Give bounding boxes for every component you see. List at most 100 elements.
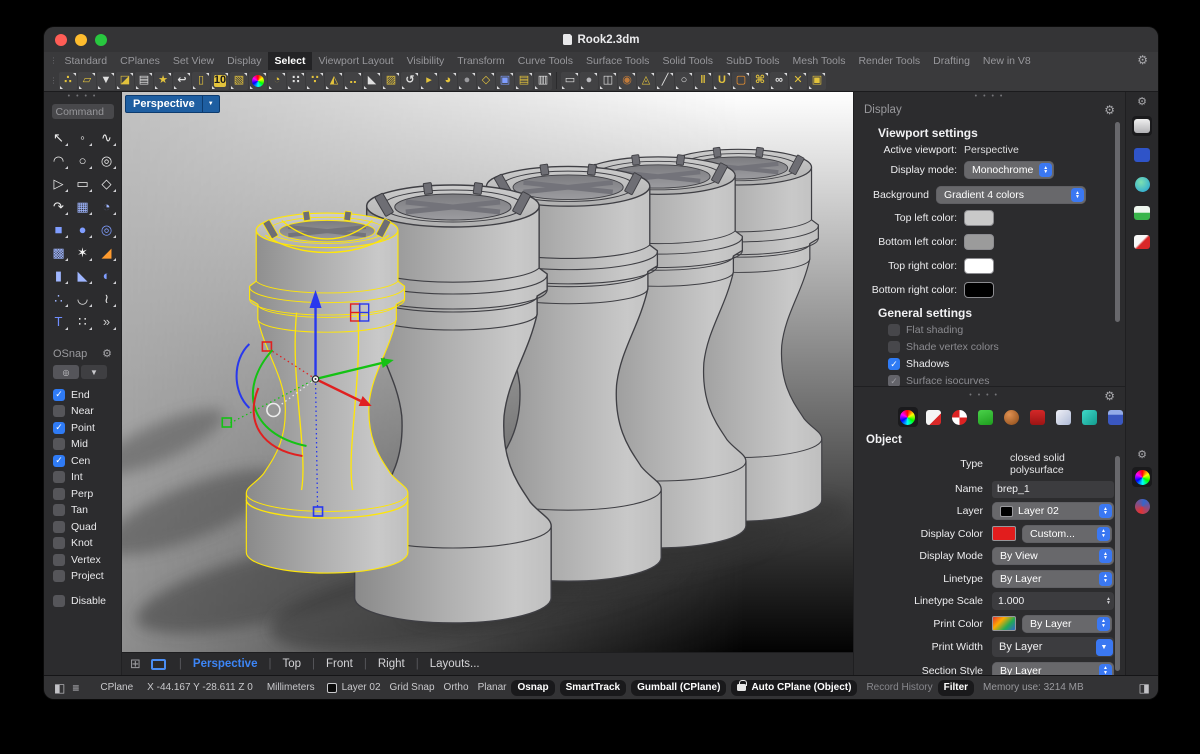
palette-tool-icon[interactable]: ▩: [47, 241, 70, 263]
toolbar-icon[interactable]: ⌘: [751, 72, 769, 90]
toolbar-icon[interactable]: 10: [211, 72, 229, 90]
osnap-checkbox[interactable]: [53, 488, 65, 500]
osnap-checkbox[interactable]: [53, 389, 65, 401]
display-panel-gear-icon[interactable]: ⚙: [1104, 104, 1115, 116]
toolbar-icon[interactable]: ▢: [732, 72, 750, 90]
toolbar-icon[interactable]: ○: [675, 72, 693, 90]
toolbar-icon[interactable]: ‥: [344, 72, 362, 90]
menu-tab[interactable]: Drafting: [927, 52, 977, 70]
panel-split-drag-handle[interactable]: [969, 391, 999, 401]
section-style-dropdown[interactable]: By Layer ▲▼: [992, 662, 1114, 676]
setting-checkbox[interactable]: [888, 324, 900, 336]
palette-tool-icon[interactable]: T: [47, 310, 70, 332]
properties-tab-icon[interactable]: [1002, 407, 1022, 427]
display-color-swatch[interactable]: [992, 526, 1016, 541]
menu-tab[interactable]: SubD Tools: [720, 52, 787, 70]
menu-tab[interactable]: CPlanes: [114, 52, 167, 70]
panel-toggle-right-icon[interactable]: ◨: [1139, 681, 1150, 695]
status-toggle-badge[interactable]: SmartTrack: [560, 680, 626, 696]
toolbar-icon[interactable]: ▣: [808, 72, 826, 90]
menu-tab[interactable]: Viewport Layout: [312, 52, 400, 70]
zoom-window-button[interactable]: [95, 34, 107, 46]
linetype-scale-input[interactable]: [992, 595, 1114, 607]
viewport-title-tab[interactable]: Perspective ▼: [125, 95, 220, 113]
osnap-checkbox[interactable]: [53, 554, 65, 566]
menu-tab[interactable]: Render Tools: [852, 52, 927, 70]
toolbar-icon[interactable]: ▥: [534, 72, 552, 90]
properties-tab-icon[interactable]: [1079, 407, 1099, 427]
toolbar-grip[interactable]: ⋮: [48, 52, 58, 70]
display-color-dropdown[interactable]: Custom... ▲▼: [1022, 525, 1112, 543]
palette-tool-icon[interactable]: ▭: [71, 172, 94, 194]
palette-tool-icon[interactable]: ■: [47, 218, 70, 240]
toolbar-icon[interactable]: ▧: [230, 72, 248, 90]
palette-tool-icon[interactable]: ○: [71, 149, 94, 171]
properties-gear-icon[interactable]: ⚙: [1104, 390, 1115, 402]
toolbar-icon[interactable]: ▸: [420, 72, 438, 90]
osnap-checkbox[interactable]: [53, 537, 65, 549]
toolbar-icon[interactable]: ▤: [515, 72, 533, 90]
toolbar-icon[interactable]: ✕: [789, 72, 807, 90]
menu-tab[interactable]: Display: [221, 52, 268, 70]
palette-tool-icon[interactable]: ◎: [95, 149, 118, 171]
menu-tab[interactable]: Set View: [166, 52, 220, 70]
four-viewports-icon[interactable]: ⊞: [130, 656, 141, 672]
toolbar-icon[interactable]: ◕: [439, 72, 457, 90]
setting-checkbox[interactable]: [888, 341, 900, 353]
print-color-dropdown[interactable]: By Layer ▲▼: [1022, 615, 1112, 633]
toolbar-icon[interactable]: ◣: [363, 72, 381, 90]
panel-toggle-left-icon[interactable]: ◧: [54, 681, 65, 695]
panel-strip-icon[interactable]: [1132, 174, 1152, 194]
toolbar-icon[interactable]: ●: [458, 72, 476, 90]
panel-strip-icon[interactable]: [1132, 496, 1152, 516]
properties-tab-icon[interactable]: [976, 407, 996, 427]
panel-strip-icon[interactable]: [1132, 145, 1152, 165]
properties-tab-icon[interactable]: [1053, 407, 1073, 427]
background-dropdown[interactable]: Gradient 4 colors ▲▼: [936, 186, 1086, 204]
palette-tool-icon[interactable]: ↷: [47, 195, 70, 217]
palette-tool-icon[interactable]: ✶: [71, 241, 94, 263]
display-panel-scrollbar[interactable]: [1115, 122, 1120, 322]
palette-tool-icon[interactable]: ▦: [71, 195, 94, 217]
toolbar-icon[interactable]: ∷: [287, 72, 305, 90]
viewport-tab[interactable]: Layouts...: [405, 658, 480, 670]
toolbar-grip-2[interactable]: ⋮: [48, 72, 58, 90]
background-color-swatch[interactable]: [964, 210, 994, 226]
command-input[interactable]: [52, 104, 114, 119]
palette-tool-icon[interactable]: ∿: [95, 126, 118, 148]
strip-gear-icon-2[interactable]: ⚙: [1137, 450, 1147, 461]
osnap-disable-checkbox[interactable]: [53, 595, 65, 607]
osnap-checkbox[interactable]: [53, 504, 65, 516]
menu-tab[interactable]: Visibility: [400, 52, 451, 70]
palette-tool-icon[interactable]: ◦: [71, 126, 94, 148]
display-mode-obj-dropdown[interactable]: By View ▲▼: [992, 547, 1114, 565]
palette-tool-icon[interactable]: ◇: [95, 172, 118, 194]
gear-icon[interactable]: ⚙: [1137, 54, 1148, 66]
palette-tool-icon[interactable]: ●: [71, 218, 94, 240]
menu-tab[interactable]: Select: [268, 52, 312, 70]
linetype-dropdown[interactable]: By Layer ▲▼: [992, 570, 1114, 588]
status-mode-toggle[interactable]: Ortho: [444, 682, 469, 693]
toolbar-icon[interactable]: ∴: [59, 72, 77, 90]
layer-dropdown[interactable]: Layer 02 ▲▼: [992, 502, 1114, 520]
toolbar-icon[interactable]: ◫: [599, 72, 617, 90]
palette-tool-icon[interactable]: »: [95, 310, 118, 332]
toolbar-icon[interactable]: U: [713, 72, 731, 90]
title-bar[interactable]: Rook2.3dm: [44, 27, 1158, 52]
palette-tool-icon[interactable]: ◎: [95, 218, 118, 240]
toolbar-icon[interactable]: ∞: [770, 72, 788, 90]
record-history-toggle[interactable]: Record History: [866, 682, 932, 693]
toolbar-icon[interactable]: ▨: [382, 72, 400, 90]
toolbar-icon[interactable]: ∵: [306, 72, 324, 90]
status-field[interactable]: Millimeters: [267, 682, 315, 693]
status-mode-toggle[interactable]: Planar: [478, 682, 507, 693]
palette-tool-icon[interactable]: ▷: [47, 172, 70, 194]
name-input[interactable]: [992, 481, 1114, 498]
toolbar-icon[interactable]: ◉: [618, 72, 636, 90]
single-viewport-icon[interactable]: [151, 659, 166, 670]
setting-checkbox[interactable]: [888, 375, 900, 386]
toolbar-icon[interactable]: ↺: [401, 72, 419, 90]
toolbar-icon[interactable]: ▭: [561, 72, 579, 90]
properties-tab-icon[interactable]: [898, 407, 918, 427]
palette-tool-icon[interactable]: ▮: [47, 264, 70, 286]
